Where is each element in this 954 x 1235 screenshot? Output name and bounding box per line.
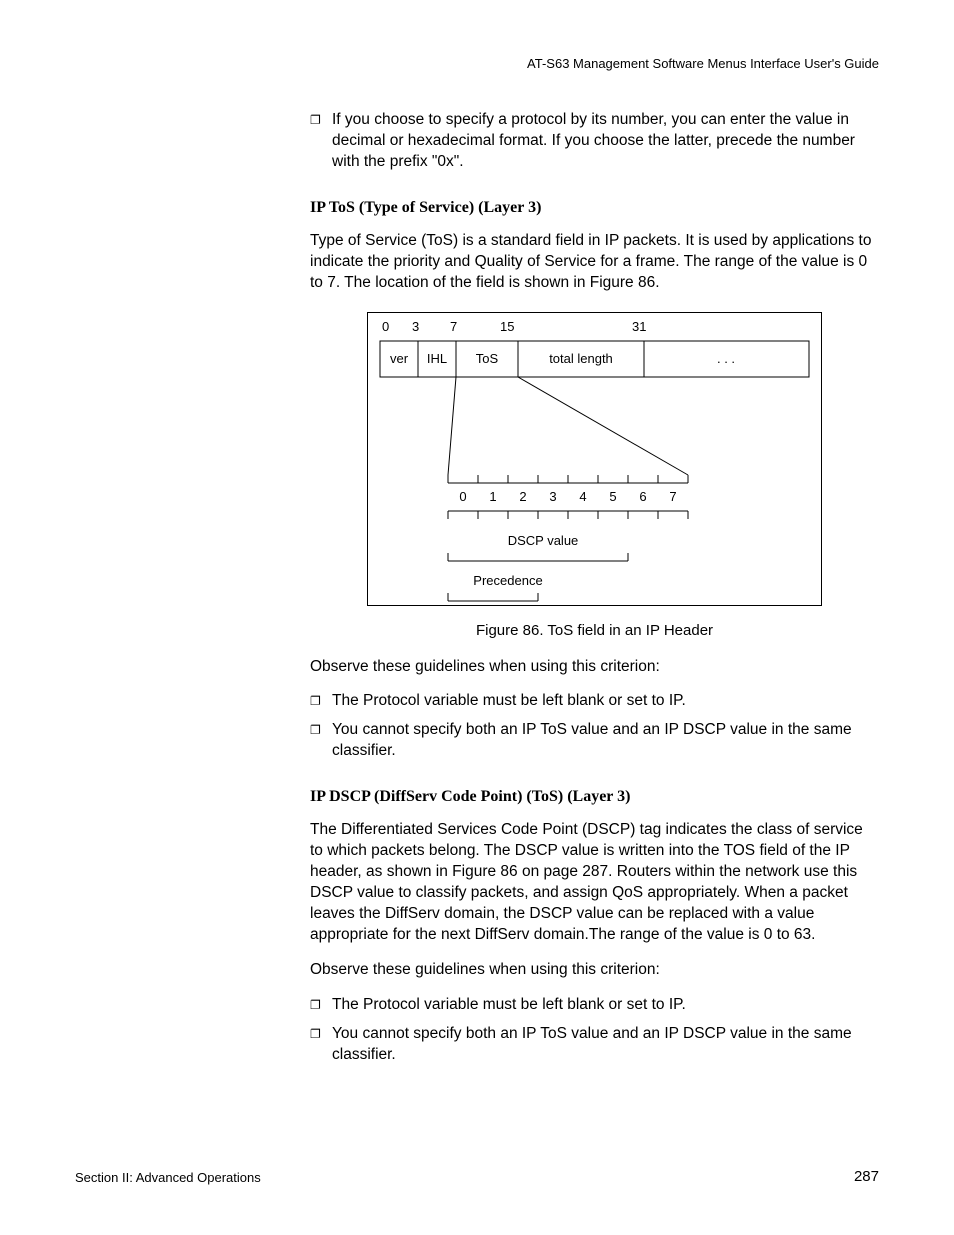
bullet-text: You cannot specify both an IP ToS value … [332,1024,879,1066]
svg-text:0: 0 [459,489,466,504]
bullet-text: The Protocol variable must be left blank… [332,691,879,712]
section-heading-dscp: IP DSCP (DiffServ Code Point) (ToS) (Lay… [310,788,879,806]
paragraph: Observe these guidelines when using this… [310,657,879,678]
figure-caption: Figure 86. ToS field in an IP Header [310,622,879,639]
bullet-text: If you choose to specify a protocol by i… [332,110,879,173]
list-item: ❐ The Protocol variable must be left bla… [310,995,879,1016]
svg-text:7: 7 [669,489,676,504]
list-item: ❐ The Protocol variable must be left bla… [310,691,879,712]
page-header: AT-S63 Management Software Menus Interfa… [527,56,879,71]
bullet-icon: ❐ [310,110,332,173]
bullet-icon: ❐ [310,720,332,762]
footer-section-label: Section II: Advanced Operations [75,1170,261,1185]
svg-text:ver: ver [390,351,409,366]
bullet-text: You cannot specify both an IP ToS value … [332,720,879,762]
bullet-icon: ❐ [310,995,332,1016]
bullet-icon: ❐ [310,691,332,712]
svg-text:DSCP value: DSCP value [508,533,579,548]
svg-text:IHL: IHL [427,351,447,366]
page-number: 287 [854,1168,879,1185]
paragraph: Type of Service (ToS) is a standard fiel… [310,231,879,294]
svg-text:3: 3 [549,489,556,504]
paragraph: The Differentiated Services Code Point (… [310,820,879,946]
svg-text:ToS: ToS [476,351,499,366]
svg-text:15: 15 [500,319,514,334]
svg-text:. . .: . . . [717,351,735,366]
figure-tos-header: 0 3 7 15 31 ver IHL ToS total length . .… [367,312,822,606]
list-item: ❐ If you choose to specify a protocol by… [310,110,879,173]
ip-header-diagram: 0 3 7 15 31 ver IHL ToS total length . .… [368,313,821,605]
bullet-text: The Protocol variable must be left blank… [332,995,879,1016]
svg-text:4: 4 [579,489,586,504]
list-item: ❐ You cannot specify both an IP ToS valu… [310,1024,879,1066]
section-heading-tos: IP ToS (Type of Service) (Layer 3) [310,199,879,217]
svg-text:1: 1 [489,489,496,504]
svg-text:6: 6 [639,489,646,504]
paragraph: Observe these guidelines when using this… [310,960,879,981]
svg-text:2: 2 [519,489,526,504]
svg-text:7: 7 [450,319,457,334]
list-item: ❐ You cannot specify both an IP ToS valu… [310,720,879,762]
svg-text:0: 0 [382,319,389,334]
svg-text:3: 3 [412,319,419,334]
svg-text:31: 31 [632,319,646,334]
svg-text:Precedence: Precedence [473,573,542,588]
svg-text:total length: total length [549,351,613,366]
bullet-icon: ❐ [310,1024,332,1066]
page-content: ❐ If you choose to specify a protocol by… [310,110,879,1073]
svg-text:5: 5 [609,489,616,504]
